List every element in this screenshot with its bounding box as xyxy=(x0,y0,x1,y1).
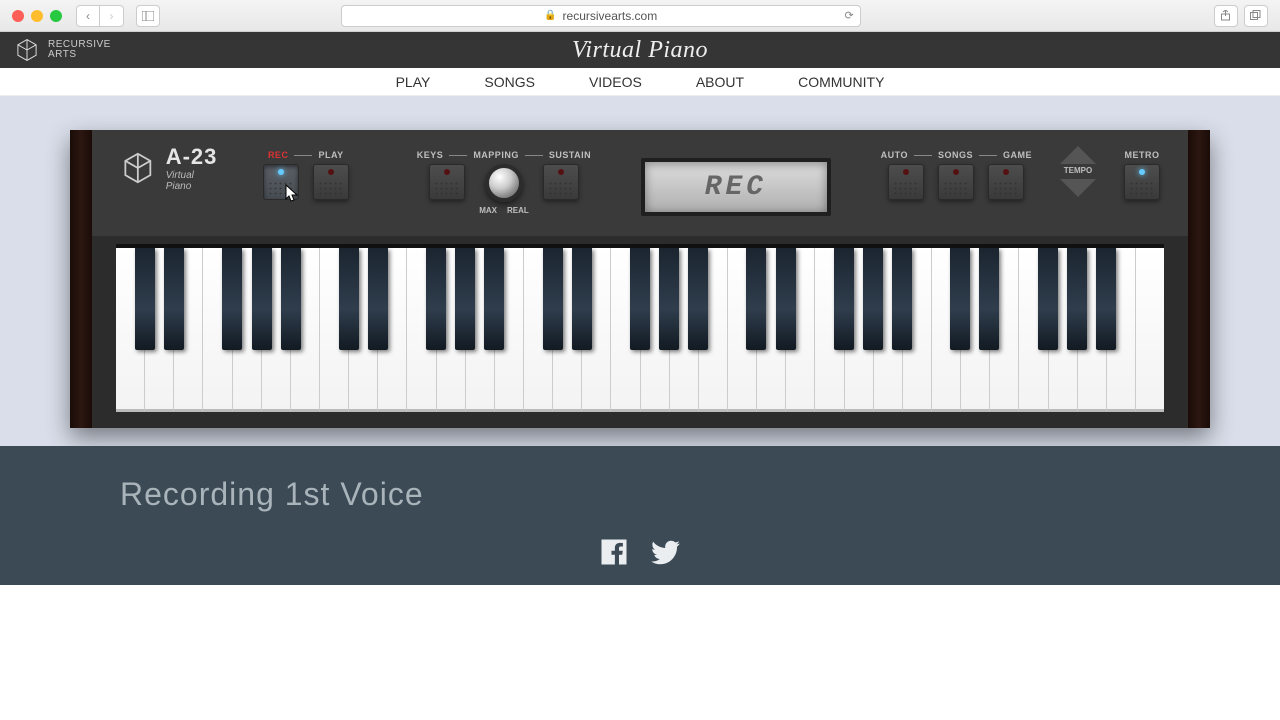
window-traffic-lights xyxy=(12,10,62,22)
recursive-arts-logo[interactable]: RECURSIVE ARTS xyxy=(14,37,111,63)
black-key[interactable] xyxy=(1096,248,1116,350)
fullscreen-window-icon[interactable] xyxy=(50,10,62,22)
keys-label: KEYS xyxy=(417,150,444,160)
black-key[interactable] xyxy=(572,248,592,350)
songs-label: SONGS xyxy=(938,150,973,160)
metro-button[interactable] xyxy=(1124,164,1160,200)
piano-brand: A-23 Virtual Piano xyxy=(120,144,219,192)
metro-label: METRO xyxy=(1125,150,1160,160)
keys-mapping-sustain-group: KEYS MAPPING SUSTAIN MAX REAL xyxy=(417,150,591,215)
browser-chrome: ‹ › 🔒 recursivearts.com ⟳ xyxy=(0,0,1280,32)
game-label: GAME xyxy=(1003,150,1032,160)
url-text: recursivearts.com xyxy=(563,9,658,23)
black-key[interactable] xyxy=(484,248,504,350)
tempo-control: TEMPO xyxy=(1060,146,1096,197)
rec-play-group: REC PLAY xyxy=(263,150,349,200)
close-window-icon[interactable] xyxy=(12,10,24,22)
piano-keyboard xyxy=(116,244,1164,412)
rec-label: REC xyxy=(268,150,289,160)
lcd-display: REC xyxy=(641,158,830,216)
tempo-up-button[interactable] xyxy=(1060,146,1096,164)
tabs-button[interactable] xyxy=(1244,5,1268,27)
piano-subtitle: Virtual Piano xyxy=(166,170,219,192)
black-key[interactable] xyxy=(543,248,563,350)
keys-button[interactable] xyxy=(429,164,465,200)
site-header: RECURSIVE ARTS Virtual Piano xyxy=(0,32,1280,68)
facebook-icon[interactable] xyxy=(599,537,629,567)
stage: A-23 Virtual Piano REC PLAY xyxy=(0,96,1280,446)
share-button[interactable] xyxy=(1214,5,1238,27)
game-button[interactable] xyxy=(988,164,1024,200)
piano-side-left xyxy=(70,130,92,428)
auto-button[interactable] xyxy=(888,164,924,200)
back-button[interactable]: ‹ xyxy=(76,5,100,27)
sustain-button[interactable] xyxy=(543,164,579,200)
keyboard-region xyxy=(92,236,1188,428)
songs-button[interactable] xyxy=(938,164,974,200)
minimize-window-icon[interactable] xyxy=(31,10,43,22)
black-key[interactable] xyxy=(863,248,883,350)
black-key[interactable] xyxy=(892,248,912,350)
cube-brand-icon xyxy=(120,149,156,187)
piano-model: A-23 xyxy=(166,144,219,170)
auto-label: AUTO xyxy=(881,150,908,160)
play-button[interactable] xyxy=(313,164,349,200)
black-key[interactable] xyxy=(688,248,708,350)
black-key[interactable] xyxy=(455,248,475,350)
black-key[interactable] xyxy=(979,248,999,350)
white-key[interactable] xyxy=(1136,248,1164,412)
black-key[interactable] xyxy=(222,248,242,350)
black-key[interactable] xyxy=(368,248,388,350)
nav-videos[interactable]: VIDEOS xyxy=(589,74,642,90)
mapping-real-label: REAL xyxy=(507,206,529,215)
nav-about[interactable]: ABOUT xyxy=(696,74,744,90)
recording-heading: Recording 1st Voice xyxy=(120,476,1160,513)
piano-side-right xyxy=(1188,130,1210,428)
black-key[interactable] xyxy=(1038,248,1058,350)
black-key[interactable] xyxy=(281,248,301,350)
black-key[interactable] xyxy=(426,248,446,350)
reload-icon[interactable]: ⟳ xyxy=(844,9,853,22)
black-key[interactable] xyxy=(659,248,679,350)
social-links xyxy=(120,537,1160,567)
control-panel: A-23 Virtual Piano REC PLAY xyxy=(92,130,1188,236)
nav-back-forward: ‹ › xyxy=(76,5,124,27)
black-key[interactable] xyxy=(776,248,796,350)
main-nav: PLAY SONGS VIDEOS ABOUT COMMUNITY xyxy=(0,68,1280,96)
mapping-knob[interactable] xyxy=(485,164,523,202)
piano-instrument: A-23 Virtual Piano REC PLAY xyxy=(70,130,1210,428)
play-label: PLAY xyxy=(318,150,343,160)
rec-button[interactable] xyxy=(263,164,299,200)
black-key[interactable] xyxy=(164,248,184,350)
sidebar-toggle-button[interactable] xyxy=(136,5,160,27)
virtual-piano-script-title: Virtual Piano xyxy=(572,37,708,64)
nav-songs[interactable]: SONGS xyxy=(484,74,535,90)
auto-songs-game-group: AUTO SONGS GAME xyxy=(881,150,1032,200)
black-key[interactable] xyxy=(834,248,854,350)
lock-icon: 🔒 xyxy=(544,10,556,21)
black-key[interactable] xyxy=(135,248,155,350)
black-key[interactable] xyxy=(950,248,970,350)
nav-play[interactable]: PLAY xyxy=(396,74,431,90)
below-section: Recording 1st Voice xyxy=(0,446,1280,585)
forward-button[interactable]: › xyxy=(100,5,124,27)
nav-community[interactable]: COMMUNITY xyxy=(798,74,884,90)
black-key[interactable] xyxy=(1067,248,1087,350)
black-key[interactable] xyxy=(252,248,272,350)
twitter-icon[interactable] xyxy=(651,537,681,567)
mapping-max-label: MAX xyxy=(479,206,497,215)
address-bar[interactable]: 🔒 recursivearts.com ⟳ xyxy=(341,5,861,27)
metro-group: METRO xyxy=(1124,150,1160,200)
black-key[interactable] xyxy=(339,248,359,350)
black-key[interactable] xyxy=(746,248,766,350)
mapping-label: MAPPING xyxy=(473,150,519,160)
tempo-label: TEMPO xyxy=(1064,166,1092,175)
black-key[interactable] xyxy=(630,248,650,350)
cube-logo-icon xyxy=(14,37,40,63)
sustain-label: SUSTAIN xyxy=(549,150,591,160)
logo-line2: ARTS xyxy=(48,50,111,60)
tempo-down-button[interactable] xyxy=(1060,179,1096,197)
